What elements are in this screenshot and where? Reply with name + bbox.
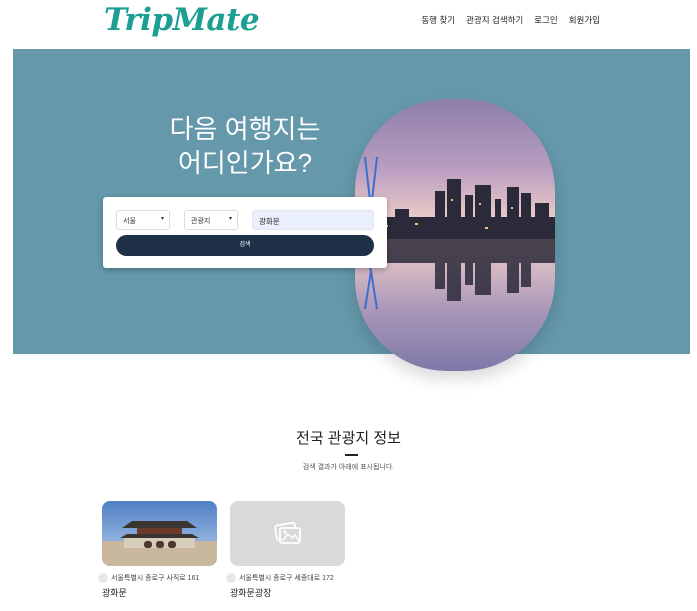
result-address: 서울특별시 종로구 세종대로 172 xyxy=(239,575,334,582)
result-address: 서울특별시 종로구 사직로 161 xyxy=(111,575,200,582)
region-select[interactable]: 서울 ▾ xyxy=(116,210,170,230)
location-icon xyxy=(226,573,236,583)
gwanghwamun-photo[interactable] xyxy=(102,501,217,566)
search-button[interactable]: 검색 xyxy=(116,235,374,256)
result-card[interactable]: 서울특별시 종로구 사직로 161 광화문 xyxy=(98,501,217,599)
nav-find-companion[interactable]: 동행 찾기 xyxy=(421,14,455,26)
select-arrow-icon: ▾ xyxy=(228,216,232,222)
keyword-input[interactable]: 광화문 xyxy=(252,210,374,230)
nav-login[interactable]: 로그인 xyxy=(534,14,557,26)
result-name[interactable]: 광화문광장 xyxy=(230,586,345,599)
logo[interactable]: TripMate xyxy=(104,2,260,38)
image-placeholder-icon xyxy=(273,521,301,544)
nav-signup[interactable]: 회원가입 xyxy=(569,14,600,26)
result-name[interactable]: 광화문 xyxy=(102,586,217,599)
main-nav: 동행 찾기 관광지 검색하기 로그인 회원가입 xyxy=(421,14,600,26)
section-title: 전국 관광지 정보 xyxy=(296,430,401,447)
hero-title-line2: 어디인가요? xyxy=(177,148,313,178)
category-select-value: 관광지 xyxy=(191,218,211,225)
section-divider xyxy=(345,454,358,456)
category-select[interactable]: 관광지 ▾ xyxy=(184,210,238,230)
location-icon xyxy=(98,573,108,583)
search-panel: 서울 ▾ 관광지 ▾ 광화문 검색 xyxy=(103,197,387,268)
region-select-value: 서울 xyxy=(123,218,136,225)
section-subtitle: 검색 결과가 아래에 표시됩니다. xyxy=(302,464,395,471)
nav-search-attractions[interactable]: 관광지 검색하기 xyxy=(466,14,523,26)
hero-title-line1: 다음 여행지는 xyxy=(169,114,321,144)
image-placeholder[interactable] xyxy=(230,501,345,566)
result-card[interactable]: 서울특별시 종로구 세종대로 172 광화문광장 xyxy=(226,501,345,599)
hero-title: 다음 여행지는 어디인가요? xyxy=(120,112,370,180)
select-arrow-icon: ▾ xyxy=(160,216,164,222)
